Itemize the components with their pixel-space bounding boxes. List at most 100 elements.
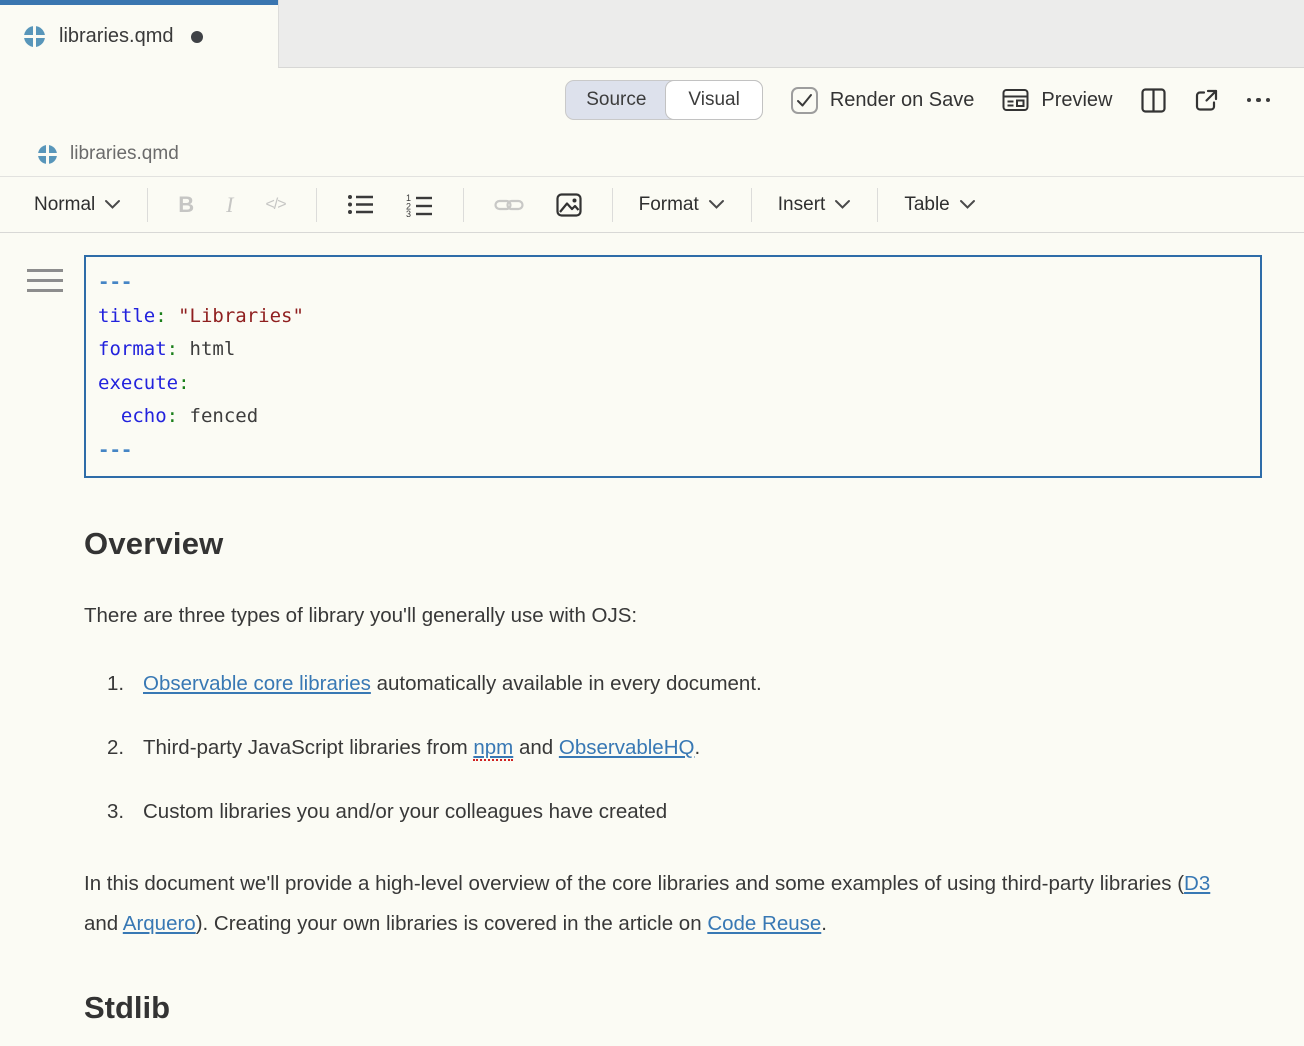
hamburger-icon (27, 289, 63, 292)
inline-link[interactable]: Observable core libraries (143, 672, 371, 695)
yaml-line: title: "Libraries" (98, 300, 1248, 334)
yaml-line: format: html (98, 333, 1248, 367)
bullet-list-button[interactable] (331, 193, 390, 216)
dot-icon (1247, 98, 1252, 103)
section-heading-overview: Overview (84, 526, 1262, 562)
list-item: 1.Observable core libraries automaticall… (84, 672, 1262, 696)
code-button[interactable]: </> (249, 196, 301, 214)
chevron-down-icon (959, 199, 976, 210)
toolbar-divider (751, 188, 752, 222)
format-menu-label: Format (639, 194, 699, 216)
inline-link-misspelled[interactable]: npm (473, 736, 513, 761)
source-mode-button[interactable]: Source (566, 81, 666, 119)
quarto-file-icon (24, 26, 45, 47)
chevron-down-icon (104, 199, 121, 210)
image-icon (556, 193, 582, 217)
closing-paragraph: In this document we'll provide a high-le… (84, 864, 1229, 944)
numbered-list-button[interactable]: 1 2 3 (390, 193, 449, 217)
bold-icon: B (178, 192, 194, 218)
chevron-down-icon (834, 199, 851, 210)
preview-button[interactable]: Preview (1002, 88, 1112, 112)
yaml-line: --- (98, 266, 1248, 300)
insert-menu[interactable]: Insert (766, 194, 864, 216)
list-item-number: 1. (107, 672, 143, 696)
insert-image-button[interactable] (540, 193, 598, 217)
text-segment: ). Creating your own libraries is covere… (196, 912, 708, 935)
more-options-button[interactable] (1247, 98, 1271, 103)
list-item: 2.Third-party JavaScript libraries from … (84, 736, 1262, 760)
inline-link[interactable]: Arquero (123, 912, 196, 935)
list-item-number: 2. (107, 736, 143, 760)
list-item-text: Custom libraries you and/or your colleag… (143, 800, 667, 824)
unsaved-changes-dot-icon (191, 31, 203, 43)
yaml-token-colon: : (155, 305, 166, 327)
toolbar-divider (316, 188, 317, 222)
checkmark-icon (796, 93, 813, 108)
list-item-text: Third-party JavaScript libraries from np… (143, 736, 700, 760)
yaml-token-colon: : (178, 372, 189, 394)
section-heading-stdlib: Stdlib (84, 990, 1262, 1026)
svg-text:3: 3 (406, 209, 411, 217)
dot-icon (1256, 98, 1261, 103)
render-on-save-control[interactable]: Render on Save (791, 87, 975, 114)
yaml-token-plain: html (178, 338, 235, 360)
insert-link-button[interactable] (478, 197, 540, 213)
text-segment: and (84, 912, 123, 935)
breadcrumb: libraries.qmd (0, 132, 1304, 177)
text-segment: automatically available in every documen… (371, 672, 762, 695)
tab-strip: libraries.qmd (0, 0, 1304, 68)
preview-icon (1002, 88, 1029, 112)
toolbar-divider (463, 188, 464, 222)
format-toolbar: Normal B I </> 1 2 3 (0, 177, 1304, 233)
yaml-token-delim: --- (98, 271, 132, 293)
yaml-line: execute: (98, 367, 1248, 401)
breadcrumb-filename[interactable]: libraries.qmd (70, 143, 179, 165)
link-icon (494, 197, 524, 213)
table-menu[interactable]: Table (892, 194, 987, 216)
preview-label: Preview (1041, 89, 1112, 112)
render-on-save-label: Render on Save (830, 89, 975, 112)
yaml-token-string: "Libraries" (178, 305, 304, 327)
split-editor-button[interactable] (1141, 88, 1166, 113)
render-on-save-checkbox[interactable] (791, 87, 818, 114)
inline-link[interactable]: Code Reuse (707, 912, 821, 935)
inline-link[interactable]: ObservableHQ (559, 736, 695, 759)
italic-button[interactable]: I (210, 192, 249, 218)
format-menu[interactable]: Format (627, 194, 737, 216)
yaml-token-plain: fenced (178, 405, 258, 427)
split-columns-icon (1141, 88, 1166, 113)
visual-editor-canvas[interactable]: ---title: "Libraries"format: htmlexecute… (0, 233, 1304, 1026)
hamburger-icon (27, 279, 63, 282)
italic-icon: I (226, 192, 233, 218)
intro-paragraph: There are three types of library you'll … (84, 596, 1229, 636)
yaml-token-key: echo (121, 405, 167, 427)
list-item-text: Observable core libraries automatically … (143, 672, 762, 696)
yaml-front-matter-block[interactable]: ---title: "Libraries"format: htmlexecute… (84, 255, 1262, 478)
bold-button[interactable]: B (162, 192, 210, 218)
yaml-line: echo: fenced (98, 400, 1248, 434)
text-segment: and (513, 736, 559, 759)
numbered-list-icon: 1 2 3 (406, 193, 433, 217)
yaml-token-key: format (98, 338, 167, 360)
open-external-button[interactable] (1194, 88, 1219, 113)
yaml-token-key: execute (98, 372, 178, 394)
block-drag-handle[interactable] (27, 269, 63, 299)
toolbar-divider (612, 188, 613, 222)
yaml-token-colon: : (167, 405, 178, 427)
hamburger-icon (27, 269, 63, 272)
quarto-file-icon (38, 145, 57, 164)
tab-libraries-qmd[interactable]: libraries.qmd (0, 0, 278, 68)
tab-title: libraries.qmd (59, 25, 173, 48)
insert-menu-label: Insert (778, 194, 826, 216)
text-segment: Third-party JavaScript libraries from (143, 736, 473, 759)
inline-link[interactable]: D3 (1184, 872, 1210, 895)
yaml-token-delim: --- (98, 439, 132, 461)
text-segment: . (821, 912, 827, 935)
tab-strip-empty-area (278, 0, 1304, 68)
source-visual-toggle: Source Visual (565, 80, 763, 120)
visual-mode-button[interactable]: Visual (665, 80, 762, 120)
text-segment: Custom libraries you and/or your colleag… (143, 800, 667, 823)
list-item-number: 3. (107, 800, 143, 824)
bullet-list-icon (347, 193, 374, 216)
paragraph-style-dropdown[interactable]: Normal (22, 194, 133, 216)
